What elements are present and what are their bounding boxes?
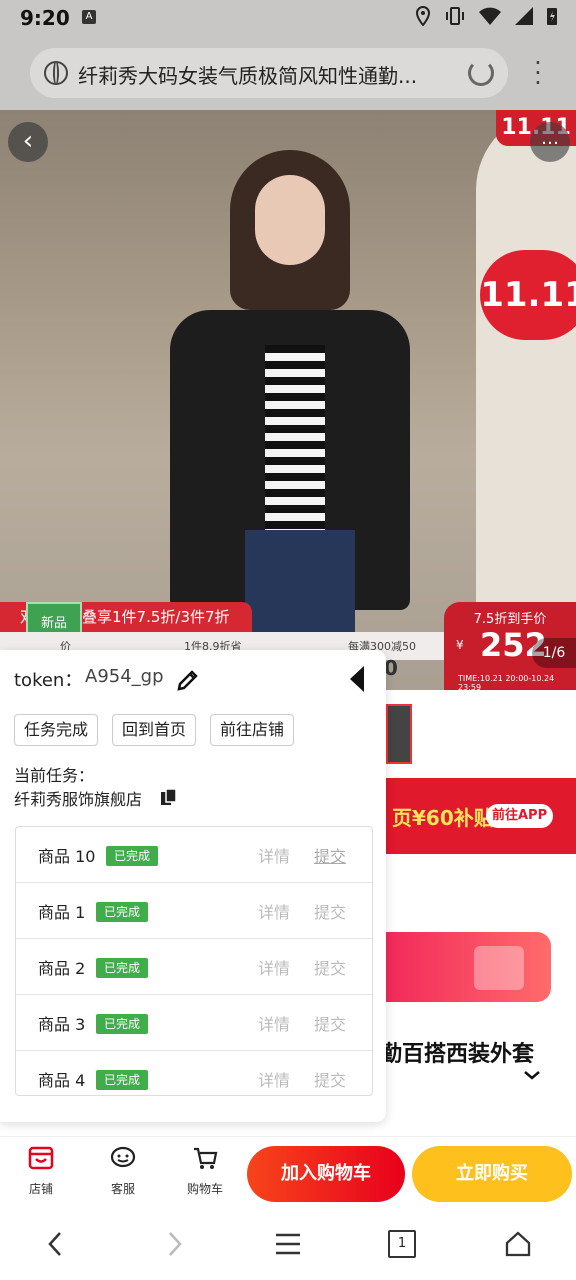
detail-link[interactable]: 详情 — [258, 1011, 290, 1035]
promo-detail-4: 0 — [384, 656, 398, 680]
currency-symbol: ¥ — [456, 638, 464, 652]
nav-menu-icon[interactable] — [274, 1230, 302, 1258]
task-row: 商品 3 已完成 详情 提交 — [16, 995, 372, 1051]
more-icon[interactable]: … — [530, 122, 570, 162]
reload-icon[interactable] — [468, 60, 494, 86]
task-row: 商品 10 已完成 详情 提交 — [16, 827, 372, 883]
detail-link[interactable]: 详情 — [258, 843, 290, 867]
submit-link[interactable]: 提交 — [314, 1067, 346, 1091]
task-row: 商品 4 已完成 详情 提交 — [16, 1051, 372, 1095]
chevron-down-icon[interactable] — [522, 1066, 542, 1086]
status-badge: 已完成 — [106, 846, 159, 866]
current-store-name: 纤莉秀服饰旗舰店 — [14, 790, 143, 809]
cart-icon — [194, 1147, 218, 1169]
panel-actions: 任务完成 回到首页 前往店铺 — [14, 714, 295, 746]
task-item-name: 商品 2 — [38, 959, 86, 978]
browser-toolbar: 纤莉秀大码女装气质极简风知性通勤... · · · — [0, 38, 576, 110]
promo-discount-text: 叠享1件7.5折/3件7折 — [82, 608, 230, 626]
back-home-button[interactable]: 回到首页 — [112, 714, 197, 746]
detail-link[interactable]: 详情 — [258, 1067, 290, 1091]
promo-time: TIME:10.21 20:00-10.24 23:59 — [458, 674, 555, 692]
page-title[interactable]: 纤莉秀大码女装气质极简风知性通勤... — [78, 60, 458, 89]
task-item-name: 商品 4 — [38, 1071, 86, 1090]
location-icon — [415, 6, 431, 26]
sku-thumbnail[interactable] — [386, 704, 412, 764]
back-icon[interactable]: ‹ — [8, 122, 48, 162]
open-app-button[interactable]: 前往APP — [486, 804, 554, 828]
current-task-label: 当前任务： — [14, 766, 95, 785]
copy-icon[interactable] — [160, 788, 178, 806]
battery-icon — [547, 8, 557, 25]
token-label: token： — [14, 670, 83, 691]
detail-link[interactable]: 详情 — [258, 899, 290, 923]
nav-forward-icon[interactable] — [160, 1230, 188, 1258]
wifi-icon — [479, 7, 501, 25]
nav-home-icon[interactable] — [504, 1230, 532, 1258]
nav-back-icon[interactable] — [42, 1230, 70, 1258]
status-badge: 已完成 — [96, 958, 149, 978]
service-label: 客服 — [110, 1182, 135, 1196]
price-title: 7.5折到手价 — [473, 612, 547, 627]
task-item-name: 商品 10 — [38, 847, 96, 866]
detail-link[interactable]: 详情 — [258, 955, 290, 979]
submit-link[interactable]: 提交 — [314, 843, 346, 867]
signal-icon — [515, 7, 533, 25]
status-badge: 已完成 — [96, 1070, 149, 1090]
submit-link[interactable]: 提交 — [314, 899, 346, 923]
coupon-banner[interactable] — [386, 932, 551, 1002]
product-action-bar: 店铺 客服 购物车 加入购物车 立即购买 — [0, 1136, 576, 1206]
task-panel: token： A954_gp 任务完成 回到首页 前往店铺 当前任务： 纤莉秀服… — [0, 650, 386, 1122]
a-notification-icon: A — [82, 10, 96, 24]
vibrate-icon — [446, 7, 464, 25]
submit-link[interactable]: 提交 — [314, 1011, 346, 1035]
buy-now-button[interactable]: 立即购买 — [412, 1146, 572, 1202]
task-complete-button[interactable]: 任务完成 — [14, 714, 99, 746]
double-eleven-logo: 11.11 — [480, 250, 576, 340]
system-navigation-bar: 1 — [0, 1206, 576, 1280]
task-row: 商品 1 已完成 详情 提交 — [16, 883, 372, 939]
gift-icon — [474, 946, 524, 990]
nav-tabs-icon[interactable]: 1 — [388, 1230, 416, 1258]
status-badge: 已完成 — [96, 902, 149, 922]
subsidy-text: 页¥60补贴 — [392, 806, 494, 830]
token-value: A954_gp — [85, 666, 164, 687]
service-tab[interactable]: 客服 — [93, 1145, 153, 1197]
collapse-panel-icon[interactable] — [350, 666, 364, 692]
task-item-list[interactable]: 商品 10 已完成 详情 提交 商品 1 已完成 详情 提交 商品 2 已完成 … — [15, 826, 373, 1096]
address-bar[interactable]: 纤莉秀大码女装气质极简风知性通勤... — [30, 48, 508, 98]
customer-service-icon — [110, 1146, 136, 1168]
status-icons — [414, 6, 558, 26]
status-badge: 已完成 — [96, 1014, 149, 1034]
image-pager: 1/6 — [532, 638, 576, 668]
cart-label: 购物车 — [186, 1182, 223, 1196]
cart-tab[interactable]: 购物车 — [175, 1145, 235, 1197]
background-arch — [476, 110, 576, 630]
shop-label: 店铺 — [28, 1182, 53, 1196]
shop-icon — [28, 1146, 54, 1170]
shop-tab[interactable]: 店铺 — [11, 1145, 71, 1197]
task-item-name: 商品 3 — [38, 1015, 86, 1034]
edit-icon[interactable] — [176, 668, 200, 692]
task-row: 商品 2 已完成 详情 提交 — [16, 939, 372, 995]
task-item-name: 商品 1 — [38, 903, 86, 922]
globe-icon — [44, 61, 68, 85]
product-title: 勤百搭西装外套 — [380, 1042, 535, 1067]
go-to-store-button[interactable]: 前往店铺 — [210, 714, 295, 746]
subsidy-banner[interactable]: 页¥60补贴 前往APP — [386, 778, 576, 854]
status-bar: 9:20 A — [0, 0, 576, 38]
browser-menu-icon[interactable]: · · · — [528, 51, 548, 95]
submit-link[interactable]: 提交 — [314, 955, 346, 979]
add-to-cart-button[interactable]: 加入购物车 — [247, 1146, 405, 1202]
clock: 9:20 — [20, 6, 70, 30]
